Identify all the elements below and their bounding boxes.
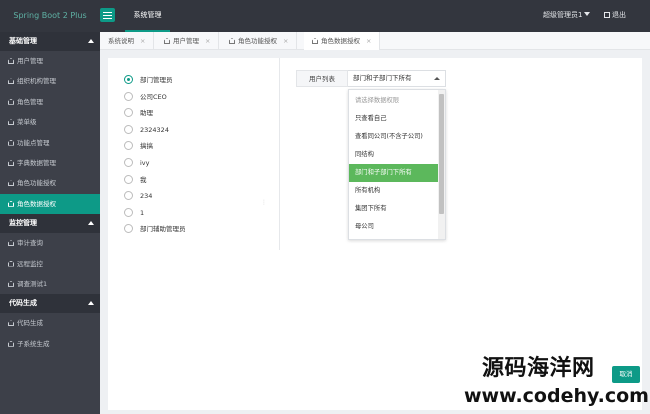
home-icon xyxy=(229,38,235,44)
chevron-up-icon xyxy=(88,221,94,226)
role-option[interactable]: ivy xyxy=(124,155,186,172)
tab-bar: 系统说明 × 用户管理 × 角色功能授权 × 角色数据授权 × xyxy=(100,32,650,50)
role-option[interactable]: 部门辅助管理员 xyxy=(124,221,186,238)
home-icon xyxy=(164,38,170,44)
user-menu[interactable]: 超级管理员1 xyxy=(543,0,591,32)
select-value: 部门和子部门下所有 xyxy=(353,74,412,82)
cancel-button[interactable]: 取消 xyxy=(612,366,640,383)
radio[interactable] xyxy=(124,91,133,101)
close-icon[interactable]: × xyxy=(205,37,210,45)
sidebar-item-function[interactable]: 功能点管理 xyxy=(0,133,100,153)
sidebar-item-role[interactable]: 角色管理 xyxy=(0,92,100,112)
dropdown-option[interactable]: 集团下所有 xyxy=(349,200,439,218)
logout-link[interactable]: 退出 xyxy=(604,0,626,32)
dropdown-option-selected[interactable]: 部门和子部门下所有 xyxy=(349,164,439,182)
tab-user-manage[interactable]: 用户管理 × xyxy=(156,32,220,50)
sidebar-item-menu[interactable]: 菜单级 xyxy=(0,112,100,132)
radio[interactable] xyxy=(124,224,133,234)
watermark-url: www.codehy.com xyxy=(464,385,649,407)
role-option[interactable]: 助理 xyxy=(124,105,186,122)
home-icon xyxy=(8,180,14,187)
sidebar-item-dict[interactable]: 字典数据管理 xyxy=(0,153,100,173)
home-icon xyxy=(8,320,14,327)
role-option[interactable]: 2324324 xyxy=(124,122,186,139)
watermark-title: 源码海洋网 xyxy=(482,356,595,381)
home-icon xyxy=(312,38,318,44)
radio[interactable] xyxy=(124,207,133,217)
radio-checked[interactable] xyxy=(124,75,133,84)
sidebar-item-audit[interactable]: 审计查询 xyxy=(0,233,100,253)
data-scope-dropdown: 请选择数据权限 只查看自己 查看同公司(不含子公司) 同结构 部门和子部门下所有… xyxy=(348,89,446,240)
home-icon xyxy=(8,280,14,287)
menu-toggle-button[interactable] xyxy=(100,8,115,22)
sidebar-group-codegen[interactable]: 代码生成 xyxy=(0,294,100,314)
role-option[interactable]: 1 xyxy=(124,205,186,222)
menu-icon xyxy=(103,12,112,13)
role-option[interactable]: 我 xyxy=(124,172,186,189)
home-icon xyxy=(8,78,14,85)
chevron-up-icon xyxy=(434,77,440,80)
home-icon xyxy=(8,139,14,146)
scrollbar-thumb[interactable] xyxy=(439,94,444,214)
data-scope-select[interactable]: 部门和子部门下所有 xyxy=(348,70,446,87)
radio[interactable] xyxy=(124,174,133,184)
home-icon xyxy=(8,340,14,347)
radio[interactable] xyxy=(124,157,133,167)
close-icon[interactable]: × xyxy=(283,37,288,45)
dropdown-option[interactable]: 同结构 xyxy=(349,146,439,164)
role-list: 部门管理员 公司CEO 助理 2324324 搞搞 ivy 我 234 1 部门… xyxy=(124,72,186,238)
home-icon xyxy=(8,58,14,64)
home-icon xyxy=(8,240,14,247)
home-icon xyxy=(8,119,14,126)
drag-handle-icon[interactable]: ⋮ xyxy=(261,199,267,206)
user-list-label: 用户列表 xyxy=(296,70,348,87)
home-icon xyxy=(8,98,14,105)
dropdown-option[interactable]: 查看同公司(不含子公司) xyxy=(349,128,439,146)
close-icon[interactable]: × xyxy=(366,37,371,45)
sidebar-item-remote[interactable]: 远程监控 xyxy=(0,254,100,274)
home-icon xyxy=(8,200,14,207)
sidebar: 基础管理 用户管理 组织机构管理 角色管理 菜单级 功能点管理 字典数据管理 角… xyxy=(0,32,100,414)
sidebar-item-role-function[interactable]: 角色功能授权 xyxy=(0,173,100,193)
chevron-down-icon xyxy=(584,12,591,16)
dropdown-placeholder[interactable]: 请选择数据权限 xyxy=(349,92,439,110)
sidebar-item-org[interactable]: 组织机构管理 xyxy=(0,71,100,91)
role-option[interactable]: 部门管理员 xyxy=(124,72,186,89)
dropdown-scrollbar[interactable] xyxy=(438,90,445,239)
close-icon[interactable]: × xyxy=(140,37,145,45)
sidebar-group-basic[interactable]: 基础管理 xyxy=(0,32,100,51)
dropdown-option[interactable]: 母公司 xyxy=(349,218,439,236)
role-option[interactable]: 公司CEO xyxy=(124,89,186,106)
sidebar-item-role-data[interactable]: 角色数据授权 xyxy=(0,193,100,215)
sidebar-group-monitor[interactable]: 监控管理 xyxy=(0,214,100,234)
logout-icon xyxy=(604,12,610,18)
radio[interactable] xyxy=(124,141,133,151)
role-option[interactable]: 搞搞 xyxy=(124,138,186,155)
tab-system-intro[interactable]: 系统说明 × xyxy=(100,32,155,50)
radio[interactable] xyxy=(124,108,133,118)
radio[interactable] xyxy=(124,124,133,134)
home-icon xyxy=(8,260,14,267)
sidebar-item-user[interactable]: 用户管理 xyxy=(0,51,100,71)
top-bar: Spring Boot 2 Plus 系统管理 超级管理员1 退出 xyxy=(0,0,650,32)
dropdown-option[interactable]: 所有机构 xyxy=(349,182,439,200)
chevron-up-icon xyxy=(88,39,94,43)
logout-label: 退出 xyxy=(612,11,626,19)
radio[interactable] xyxy=(124,191,133,201)
role-option[interactable]: 234 xyxy=(124,188,186,205)
sidebar-item-codegen[interactable]: 代码生成 xyxy=(0,313,100,333)
tab-role-data[interactable]: 角色数据授权 × xyxy=(304,32,381,50)
splitter[interactable] xyxy=(279,58,280,250)
tab-role-function[interactable]: 角色功能授权 × xyxy=(221,32,298,50)
home-icon xyxy=(8,159,14,166)
dropdown-option[interactable]: 只查看自己 xyxy=(349,110,439,128)
chevron-up-icon xyxy=(88,301,94,306)
top-tab-system[interactable]: 系统管理 xyxy=(125,0,170,32)
brand-logo[interactable]: Spring Boot 2 Plus xyxy=(0,0,100,32)
sidebar-item-test[interactable]: 调查测试1 xyxy=(0,274,100,294)
sidebar-item-subsystem[interactable]: 子系统生成 xyxy=(0,334,100,354)
user-name: 超级管理员1 xyxy=(543,11,583,19)
